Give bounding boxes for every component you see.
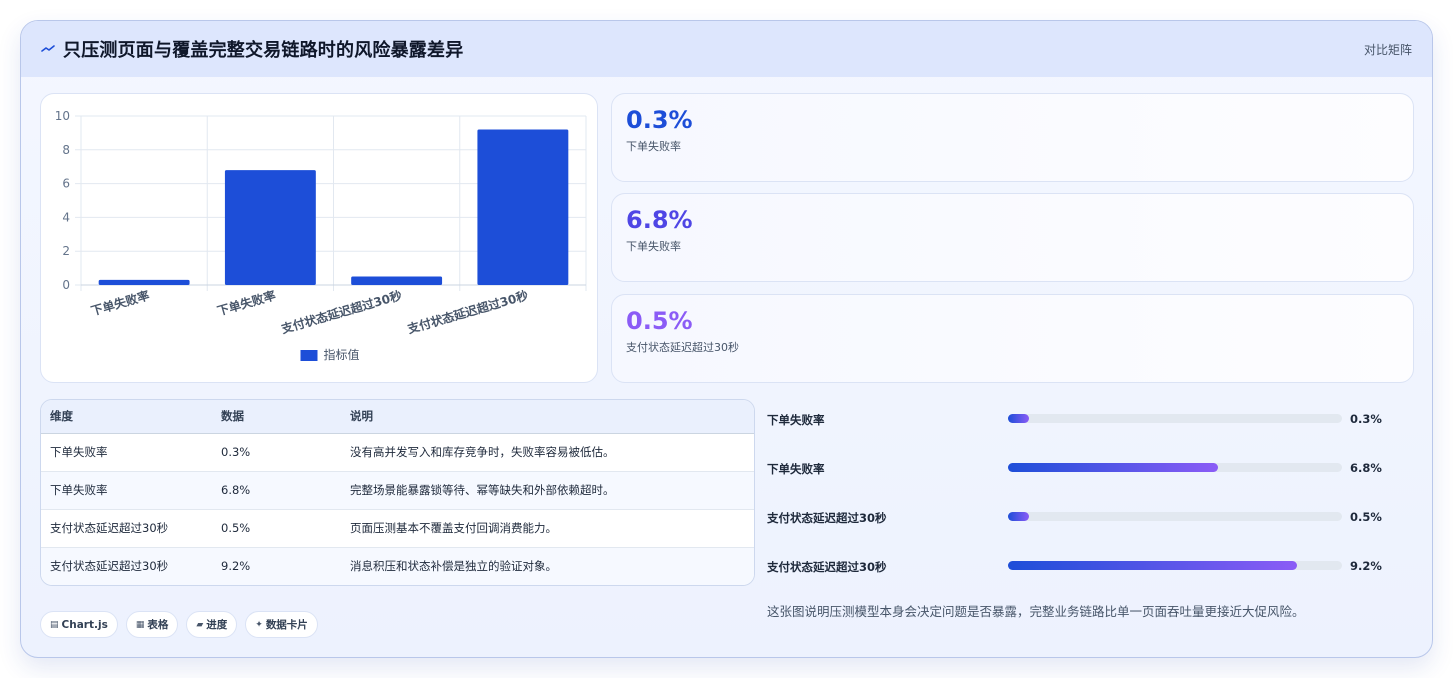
table-cell: 0.5%: [212, 509, 341, 548]
chart-bar: [477, 129, 569, 285]
column-header: 说明: [341, 400, 754, 434]
y-tick-label: 2: [62, 244, 70, 258]
page-title: 只压测页面与覆盖完整交易链路时的风险暴露差异: [63, 40, 464, 61]
table-row: 支付状态延迟超过30秒 0.5% 页面压测基本不覆盖支付回调消费能力。: [41, 509, 754, 548]
table-cell: 完整场景能暴露锁等待、幂等缺失和外部依赖超时。: [341, 471, 754, 510]
table-cell: 9.2%: [212, 547, 341, 585]
progress-icon: ▰: [196, 619, 204, 630]
sparkle-icon: ✦: [255, 619, 263, 630]
y-tick-label: 4: [62, 210, 70, 224]
stat-label: 下单失败率: [626, 240, 681, 253]
stat-label: 下单失败率: [626, 140, 681, 153]
legend-label: 指标值: [324, 347, 360, 362]
progress-track: [1008, 512, 1342, 521]
summary-note: 这张图说明压测模型本身会决定问题是否暴露，完整业务链路比单一页面吞吐量更接近大促…: [767, 604, 1305, 619]
stat-label: 支付状态延迟超过30秒: [626, 341, 739, 354]
y-tick-label: 10: [55, 109, 70, 123]
y-tick-label: 0: [62, 278, 70, 292]
table-cell: 下单失败率: [41, 471, 212, 510]
progress-label: 支付状态延迟超过30秒: [767, 511, 887, 525]
chip-label: 进度: [206, 619, 228, 631]
table-row: 下单失败率 6.8% 完整场景能暴露锁等待、幂等缺失和外部依赖超时。: [41, 471, 754, 510]
chart-icon: ▤: [50, 619, 59, 630]
progress-value: 9.2%: [1350, 559, 1382, 573]
progress-row: 下单失败率 6.8%: [767, 458, 1407, 478]
progress-fill: [1008, 414, 1030, 423]
chip-label: 数据卡片: [265, 619, 308, 631]
table-cell: 下单失败率: [41, 433, 212, 472]
progress-value: 6.8%: [1350, 461, 1382, 475]
progress-track: [1008, 414, 1342, 423]
progress-label: 下单失败率: [767, 462, 825, 476]
data-table-card: 维度 数据 说明 下单失败率 0.3% 没有高并发写入和库存竞争时，失败率容易被…: [40, 399, 755, 586]
column-header: 数据: [212, 400, 341, 434]
progress-value: 0.3%: [1350, 412, 1382, 426]
y-tick-label: 8: [62, 143, 70, 157]
table-cell: 没有高并发写入和库存竞争时，失败率容易被低估。: [341, 433, 754, 472]
table-row: 下单失败率 0.3% 没有高并发写入和库存竞争时，失败率容易被低估。: [41, 433, 754, 472]
table-cell: 支付状态延迟超过30秒: [41, 509, 212, 548]
data-table: 维度 数据 说明 下单失败率 0.3% 没有高并发写入和库存竞争时，失败率容易被…: [41, 400, 754, 585]
chip-progress[interactable]: ▰ 进度: [186, 611, 238, 638]
progress-row: 支付状态延迟超过30秒 0.5%: [767, 507, 1407, 527]
chip-chartjs[interactable]: ▤ Chart.js: [40, 611, 118, 638]
table-cell: 0.3%: [212, 433, 341, 472]
progress-value: 0.5%: [1350, 510, 1382, 524]
bar-chart-card: 0 2 4 6 8 10 下单失败率 下单失败率 支付状态延迟超过30秒 支付状态延迟超过30秒指…: [40, 93, 598, 383]
progress-row: 下单失败率 0.3%: [767, 409, 1407, 429]
trend-icon: [41, 42, 55, 56]
x-tick-label: 下单失败率: [215, 287, 277, 318]
chart-bar: [98, 279, 190, 285]
x-tick-label: 支付状态延迟超过30秒: [278, 287, 403, 336]
progress-fill: [1008, 512, 1030, 521]
table-icon: ▦: [135, 619, 145, 630]
bar-chart: 0246810下单失败率 下单失败率 支付状态延迟超过30秒 支付状态延迟超过30秒指…: [55, 109, 587, 362]
progress-track: [1008, 561, 1342, 570]
feature-chips: ▤ Chart.js ▦ 表格 ▰ 进度 ✦ 数据卡片: [40, 611, 318, 638]
chip-label: 表格: [147, 619, 169, 631]
chart-bar: [224, 170, 316, 285]
stat-value: 0.5%: [626, 307, 693, 335]
stat-value: 0.3%: [626, 106, 693, 134]
progress-fill: [1008, 561, 1297, 570]
comparison-panel: 只压测页面与覆盖完整交易链路时的风险暴露差异 对比矩阵 0 2 4 6 8 10 下单失败率…: [20, 20, 1433, 658]
progress-label: 支付状态延迟超过30秒: [767, 560, 887, 574]
chip-table[interactable]: ▦ 表格: [125, 611, 179, 638]
progress-label: 下单失败率: [767, 413, 825, 427]
x-tick-label: 支付状态延迟超过30秒: [405, 287, 530, 336]
table-cell: 支付状态延迟超过30秒: [41, 547, 212, 585]
stat-value: 6.8%: [626, 206, 693, 234]
progress-row: 支付状态延迟超过30秒 9.2%: [767, 556, 1407, 576]
table-header-row: 维度 数据 说明: [41, 400, 754, 434]
chip-label: Chart.js: [61, 618, 108, 631]
legend-swatch: [300, 350, 318, 361]
progress-fill: [1008, 463, 1219, 472]
table-row: 支付状态延迟超过30秒 9.2% 消息积压和状态补偿是独立的验证对象。: [41, 547, 754, 585]
x-tick-label: 下单失败率: [89, 287, 151, 318]
table-cell: 页面压测基本不覆盖支付回调消费能力。: [341, 509, 754, 548]
view-tag: 对比矩阵: [1363, 42, 1412, 57]
chip-data-cards[interactable]: ✦ 数据卡片: [245, 611, 318, 638]
column-header: 维度: [41, 400, 212, 434]
stat-card: 0.5% 支付状态延迟超过30秒: [611, 294, 1414, 383]
panel-header: 只压测页面与覆盖完整交易链路时的风险暴露差异 对比矩阵: [21, 21, 1432, 77]
stat-card: 6.8% 下单失败率: [611, 193, 1414, 282]
y-tick-label: 6: [62, 177, 70, 191]
progress-track: [1008, 463, 1342, 472]
chart-bar: [351, 276, 443, 285]
table-cell: 6.8%: [212, 471, 341, 510]
table-cell: 消息积压和状态补偿是独立的验证对象。: [341, 547, 754, 585]
stat-card: 0.3% 下单失败率: [611, 93, 1414, 182]
